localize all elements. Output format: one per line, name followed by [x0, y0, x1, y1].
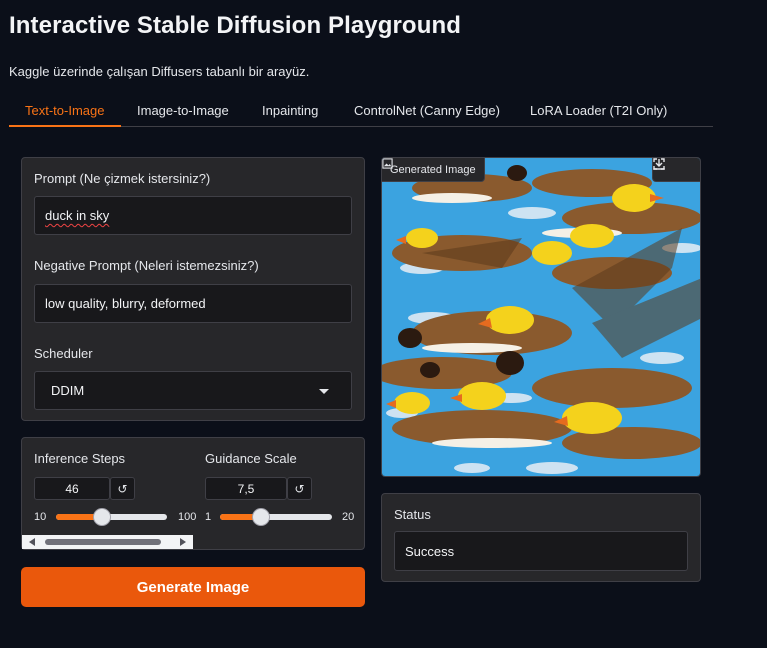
tab-controlnet[interactable]: ControlNet (Canny Edge) — [354, 96, 500, 127]
image-toolbar — [652, 158, 700, 182]
prompt-panel: Prompt (Ne çizmek istersiniz?) duck in s… — [21, 157, 365, 421]
guidance-scale-label: Guidance Scale — [205, 451, 297, 466]
negative-prompt-label: Negative Prompt (Neleri istemezsiniz?) — [34, 258, 259, 273]
status-panel: Status Success — [381, 493, 701, 582]
scrollbar-thumb[interactable] — [45, 539, 161, 545]
status-label: Status — [394, 507, 431, 522]
generated-image — [382, 158, 700, 476]
generated-image-panel: Generated Image — [381, 157, 701, 477]
generated-image-badge: Generated Image — [382, 158, 485, 182]
scroll-right-icon[interactable] — [180, 538, 186, 546]
inference-steps-max: 100 — [178, 511, 197, 523]
generate-image-button[interactable]: Generate Image — [21, 567, 365, 607]
horizontal-scrollbar[interactable] — [22, 535, 193, 549]
guidance-scale-thumb[interactable] — [252, 508, 270, 526]
inference-steps-input[interactable]: 46 — [34, 477, 110, 500]
inference-steps-thumb[interactable] — [93, 508, 111, 526]
inference-steps-label: Inference Steps — [34, 451, 126, 466]
guidance-scale-min: 1 — [205, 511, 212, 523]
tab-bar: Text-to-Image Image-to-Image Inpainting … — [9, 96, 713, 127]
status-output[interactable]: Success — [394, 531, 688, 571]
chevron-down-icon — [319, 389, 329, 394]
tab-text-to-image[interactable]: Text-to-Image — [9, 96, 121, 127]
generated-image-label: Generated Image — [390, 163, 476, 176]
download-icon[interactable] — [653, 159, 696, 178]
scroll-left-icon[interactable] — [29, 538, 35, 546]
scheduler-value: DDIM — [51, 383, 85, 398]
inference-steps-reset-icon[interactable]: ↺ — [110, 477, 135, 500]
guidance-scale-input[interactable]: 7,5 — [205, 477, 287, 500]
tab-image-to-image[interactable]: Image-to-Image — [137, 96, 229, 127]
prompt-label: Prompt (Ne çizmek istersiniz?) — [34, 171, 211, 186]
negative-prompt-value: low quality, blurry, deformed — [45, 296, 206, 311]
guidance-scale-max: 20 — [342, 511, 355, 523]
tab-inpainting[interactable]: Inpainting — [262, 96, 318, 127]
inference-steps-min: 10 — [34, 511, 47, 523]
prompt-input[interactable]: duck in sky — [34, 196, 352, 235]
tab-lora-loader[interactable]: LoRA Loader (T2I Only) — [530, 96, 667, 127]
guidance-scale-reset-icon[interactable]: ↺ — [287, 477, 312, 500]
guidance-scale-slider[interactable] — [220, 508, 332, 526]
scheduler-dropdown[interactable]: DDIM — [34, 371, 352, 410]
sliders-panel: Inference Steps 46 ↺ 10 100 Guidance Sca… — [21, 437, 365, 550]
app-subtitle: Kaggle üzerinde çalışan Diffusers tabanl… — [9, 64, 310, 79]
negative-prompt-input[interactable]: low quality, blurry, deformed — [34, 284, 352, 323]
inference-steps-slider[interactable] — [56, 508, 167, 526]
scheduler-label: Scheduler — [34, 346, 93, 361]
app-title: Interactive Stable Diffusion Playground — [9, 12, 461, 39]
image-icon — [382, 158, 393, 169]
prompt-value: duck in sky — [45, 208, 110, 223]
